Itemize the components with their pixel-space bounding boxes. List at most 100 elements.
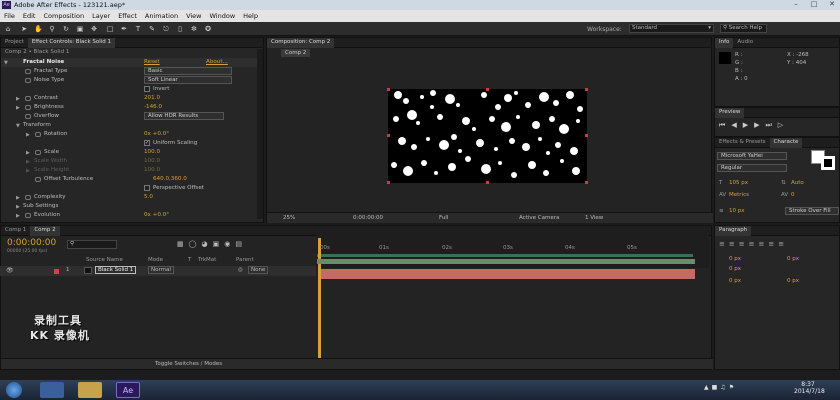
- last-frame-icon[interactable]: ⏭: [765, 121, 777, 129]
- expand-triangle-icon[interactable]: ▶: [16, 213, 20, 219]
- font-family-dropdown[interactable]: Microsoft YaHei: [717, 152, 787, 160]
- maximize-button[interactable]: □: [810, 1, 818, 8]
- justify-all-icon[interactable]: ≡: [778, 240, 788, 248]
- type-tool-icon[interactable]: T: [134, 25, 142, 33]
- camera-dropdown[interactable]: Active Camera: [519, 215, 559, 221]
- timeline-search-input[interactable]: ⚲: [67, 240, 117, 249]
- menu-file[interactable]: File: [0, 10, 19, 22]
- home-icon[interactable]: ⌂: [4, 25, 12, 33]
- current-time-display[interactable]: 0:00:00:00: [7, 238, 56, 248]
- clock[interactable]: 8:37 2014/7/18: [794, 381, 825, 395]
- ram-preview-icon[interactable]: ▷: [778, 121, 789, 129]
- about-link[interactable]: About...: [206, 59, 228, 65]
- fill-stroke-swatch[interactable]: [811, 150, 839, 172]
- layer-handle[interactable]: [486, 88, 489, 91]
- current-time-indicator[interactable]: [318, 238, 321, 366]
- minimize-button[interactable]: –: [792, 1, 800, 8]
- brush-tool-icon[interactable]: ✎: [148, 25, 156, 33]
- toggle-switches-modes-button[interactable]: Toggle Switches / Modes: [155, 361, 222, 367]
- expand-triangle-icon[interactable]: ▶: [16, 96, 20, 102]
- effect-controls-scrollbar[interactable]: [257, 49, 263, 219]
- flag-icon[interactable]: ⚑: [729, 384, 737, 391]
- fractal-type-dropdown[interactable]: Basic: [144, 67, 232, 75]
- frame-blending-icon[interactable]: ▣: [213, 240, 225, 248]
- stroke-type-dropdown[interactable]: Stroke Over Fill: [785, 207, 839, 215]
- visibility-eye-icon[interactable]: 👁: [6, 267, 14, 274]
- parent-pickwhip-icon[interactable]: ◎: [238, 267, 243, 273]
- layer-handle[interactable]: [585, 134, 588, 137]
- indent-first-value[interactable]: 0 px: [729, 266, 741, 272]
- tab-paragraph[interactable]: Paragraph: [715, 226, 752, 236]
- start-button[interactable]: [6, 382, 22, 398]
- volume-icon[interactable]: ♫: [720, 384, 728, 391]
- label-color-swatch[interactable]: [54, 269, 59, 274]
- align-right-icon[interactable]: ≡: [739, 240, 749, 248]
- layer-row[interactable]: 👁 1 Black Solid 1 Normal ◎ None: [0, 266, 316, 276]
- zoom-dropdown[interactable]: 25%: [283, 215, 295, 221]
- after-effects-taskbar-button[interactable]: Ae: [116, 382, 140, 398]
- layer-name[interactable]: Black Solid 1: [95, 266, 137, 274]
- font-style-dropdown[interactable]: Regular: [717, 164, 787, 172]
- stopwatch-icon[interactable]: [25, 78, 31, 83]
- effect-header-row[interactable]: ▼ Fractal Noise Reset About...: [1, 58, 263, 67]
- noise-type-dropdown[interactable]: Soft Linear: [144, 76, 232, 84]
- tracking-value[interactable]: 0: [791, 192, 795, 198]
- view-layout-dropdown[interactable]: 1 View: [585, 215, 603, 221]
- kerning-value[interactable]: Metrics: [729, 192, 749, 198]
- justify-right-icon[interactable]: ≡: [768, 240, 778, 248]
- tab-comp-1[interactable]: Comp 1: [1, 226, 30, 236]
- tray-icon[interactable]: ▲: [704, 384, 712, 391]
- stopwatch-icon[interactable]: [35, 132, 41, 137]
- justify-left-icon[interactable]: ≡: [749, 240, 759, 248]
- stopwatch-icon[interactable]: [25, 96, 31, 101]
- camera-tool-icon[interactable]: ▣: [76, 25, 84, 33]
- puppet-tool-icon[interactable]: ✪: [204, 25, 212, 33]
- expand-triangle-icon[interactable]: ▼: [16, 123, 20, 129]
- rotate-tool-icon[interactable]: ↻: [62, 25, 70, 33]
- graph-editor-icon[interactable]: ▤: [235, 240, 247, 248]
- search-help-input[interactable]: ⚲ Search Help: [720, 24, 767, 33]
- motion-blur-icon[interactable]: ◉: [224, 240, 235, 248]
- tab-effect-controls[interactable]: Effect Controls: Black Solid 1: [27, 38, 116, 48]
- draft-3d-icon[interactable]: ◯: [189, 240, 202, 248]
- stopwatch-icon[interactable]: [25, 195, 31, 200]
- mask-tool-icon[interactable]: □: [106, 25, 114, 33]
- expand-triangle-icon[interactable]: ▶: [16, 195, 20, 201]
- internet-explorer-icon[interactable]: [40, 382, 64, 398]
- col-t[interactable]: T: [188, 257, 191, 265]
- layer-handle[interactable]: [585, 181, 588, 184]
- tab-effects-presets[interactable]: Effects & Presets: [715, 138, 770, 148]
- space-before-value[interactable]: 0 px: [729, 278, 741, 284]
- scale-value[interactable]: 100.0: [144, 149, 160, 155]
- layer-handle[interactable]: [585, 88, 588, 91]
- menu-window[interactable]: Window: [206, 10, 240, 22]
- layer-parent-dropdown[interactable]: None: [248, 266, 269, 274]
- menu-composition[interactable]: Composition: [39, 10, 88, 22]
- eraser-tool-icon[interactable]: ▯: [176, 25, 184, 33]
- col-trkmat[interactable]: TrkMat: [198, 257, 216, 265]
- next-frame-icon[interactable]: ▶: [754, 121, 765, 129]
- stopwatch-icon[interactable]: [25, 105, 31, 110]
- brightness-value[interactable]: -146.0: [144, 104, 162, 110]
- stroke-width-value[interactable]: 10 px: [729, 208, 745, 214]
- menu-animation[interactable]: Animation: [141, 10, 182, 22]
- shy-layers-icon[interactable]: ◕: [201, 240, 212, 248]
- col-parent[interactable]: Parent: [236, 257, 254, 265]
- menu-view[interactable]: View: [182, 10, 205, 22]
- tab-composition[interactable]: Composition: Comp 2: [267, 38, 335, 48]
- menu-layer[interactable]: Layer: [88, 10, 114, 22]
- menu-edit[interactable]: Edit: [19, 10, 40, 22]
- close-button[interactable]: ✕: [828, 1, 836, 8]
- expand-triangle-icon[interactable]: ▶: [26, 150, 30, 156]
- layer-handle[interactable]: [387, 88, 390, 91]
- layer-handle[interactable]: [387, 181, 390, 184]
- tab-audio[interactable]: Audio: [733, 38, 757, 48]
- overflow-dropdown[interactable]: Allow HDR Results: [144, 112, 224, 120]
- work-area-bar[interactable]: [317, 254, 693, 257]
- evolution-value[interactable]: 0x +0.0°: [144, 212, 169, 218]
- selection-tool-icon[interactable]: ➤: [20, 25, 28, 33]
- expand-triangle-icon[interactable]: ▶: [16, 204, 20, 210]
- layer-duration-bar[interactable]: [321, 269, 695, 279]
- tab-preview[interactable]: Preview: [715, 108, 745, 118]
- font-size-value[interactable]: 105 px: [729, 180, 748, 186]
